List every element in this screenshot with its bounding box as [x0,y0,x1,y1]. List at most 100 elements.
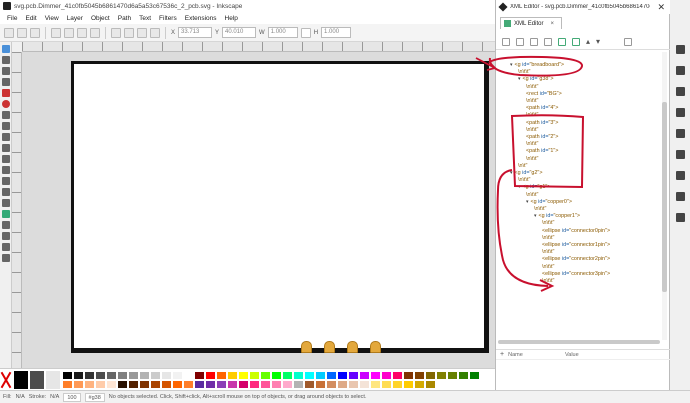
ellipse-tool-icon[interactable] [1,100,10,108]
cut-icon[interactable] [675,66,685,75]
color-swatch[interactable] [161,371,172,380]
color-swatch[interactable] [425,380,436,389]
color-swatch[interactable] [359,380,370,389]
unindent-node-icon[interactable] [558,37,566,46]
xml-text-node[interactable]: \n\t" [518,163,527,170]
lock-icon[interactable] [300,27,311,38]
connector-pin[interactable] [324,341,335,353]
color-swatch[interactable] [150,380,161,389]
xml-element-node[interactable]: <path id="2"> [526,134,558,141]
menu-text[interactable]: Text [135,15,155,22]
color-swatch[interactable] [381,371,392,380]
color-swatch[interactable] [403,371,414,380]
color-swatch[interactable] [216,380,227,389]
xml-text-node[interactable]: \n\t\t" [542,264,554,271]
color-swatch[interactable] [139,371,150,380]
flip-horizontal-icon[interactable] [77,27,87,38]
color-swatch[interactable] [73,380,84,389]
color-swatch[interactable] [205,371,216,380]
color-swatch[interactable] [348,371,359,380]
chevron-down-icon[interactable]: ▾ [534,213,537,219]
color-swatch[interactable] [271,371,282,380]
color-swatch[interactable] [436,371,447,380]
close-icon[interactable]: ✕ [657,2,665,13]
color-swatch[interactable] [392,380,403,389]
color-swatch[interactable] [128,371,139,380]
black-swatch[interactable] [14,371,28,389]
chevron-up-icon[interactable]: ▴ [586,37,590,46]
connector-tool-icon[interactable] [1,243,10,251]
color-swatch[interactable] [216,371,227,380]
color-swatch[interactable] [183,371,194,380]
color-swatch[interactable] [95,371,106,380]
tree-scrollbar[interactable] [662,52,667,340]
xml-text-node[interactable]: \n\t\t" [542,278,554,285]
color-swatch[interactable] [260,380,271,389]
color-swatch[interactable] [370,380,381,389]
attributes-table[interactable] [496,359,671,390]
color-swatch[interactable] [84,371,95,380]
color-swatch[interactable] [117,371,128,380]
raise-to-top-icon[interactable] [111,27,121,38]
zoom-tool-icon[interactable] [1,78,10,86]
pen-tool-icon[interactable] [1,144,10,152]
color-swatch[interactable] [227,371,238,380]
rotate-cw-icon[interactable] [64,27,74,38]
xml-node-tree[interactable]: ▾ <g id="breadboard"> \n\t\t" ▾ <g id="g38">… [496,52,661,340]
color-swatch[interactable] [172,380,183,389]
color-swatch[interactable] [293,371,304,380]
color-swatch[interactable] [381,380,392,389]
color-swatch[interactable] [139,380,150,389]
color-swatch[interactable] [227,380,238,389]
color-swatch[interactable] [128,380,139,389]
color-swatch[interactable] [62,380,73,389]
text-tool-icon[interactable] [1,166,10,174]
star-tool-icon[interactable] [1,111,10,119]
deselect-icon[interactable] [30,27,40,38]
xml-text-node[interactable]: \n\t\t" [518,69,530,76]
tree-horizontal-scrollbar[interactable] [498,340,660,344]
menu-path[interactable]: Path [114,15,135,22]
color-swatch[interactable] [238,371,249,380]
dropper-tool-icon[interactable] [1,232,10,240]
raise-icon[interactable] [124,27,134,38]
color-swatch[interactable] [348,380,359,389]
color-swatch[interactable] [403,380,414,389]
spiral-tool-icon[interactable] [1,122,10,130]
color-swatch[interactable] [183,380,194,389]
menu-extensions[interactable]: Extensions [181,15,221,22]
xml-text-node[interactable]: \n\t\t" [526,112,538,119]
menu-layer[interactable]: Layer [63,15,87,22]
color-swatch[interactable] [205,380,216,389]
xml-element-node[interactable]: ▾ <g id="copper0"> [526,199,572,206]
color-swatch[interactable] [84,380,95,389]
color-swatch[interactable] [304,380,315,389]
pencil-tool-icon[interactable] [1,133,10,141]
layer-dropdown[interactable]: #g38 [84,392,105,402]
menu-object[interactable]: Object [87,15,114,22]
flip-vertical-icon[interactable] [90,27,100,38]
group-icon[interactable] [675,192,685,201]
stroke-value[interactable]: N/A [50,394,59,400]
node-tool-icon[interactable] [1,56,10,64]
y-field[interactable]: 40.010 [222,27,257,38]
xml-text-node[interactable]: \n\t\t" [518,177,530,184]
color-swatch[interactable] [447,371,458,380]
color-swatch[interactable] [326,380,337,389]
tab-close-icon[interactable]: × [550,21,554,27]
layout-toggle-icon[interactable] [624,37,633,46]
menu-edit[interactable]: Edit [21,15,40,22]
color-swatch[interactable] [370,371,381,380]
color-swatch[interactable] [62,371,73,380]
xml-text-node[interactable]: \n\t\t" [526,98,538,105]
bucket-tool-icon[interactable] [1,199,10,207]
color-swatch[interactable] [282,380,293,389]
document-properties-icon[interactable] [675,45,685,54]
color-swatch[interactable] [315,380,326,389]
chevron-down-icon[interactable]: ▾ [510,62,513,68]
xml-element-node[interactable]: <rect id="BG"> [526,91,562,98]
color-swatch[interactable] [194,371,205,380]
color-swatch[interactable] [117,380,128,389]
xml-text-node[interactable]: \n\t\t" [542,249,554,256]
gradient-tool-icon[interactable] [1,210,10,218]
